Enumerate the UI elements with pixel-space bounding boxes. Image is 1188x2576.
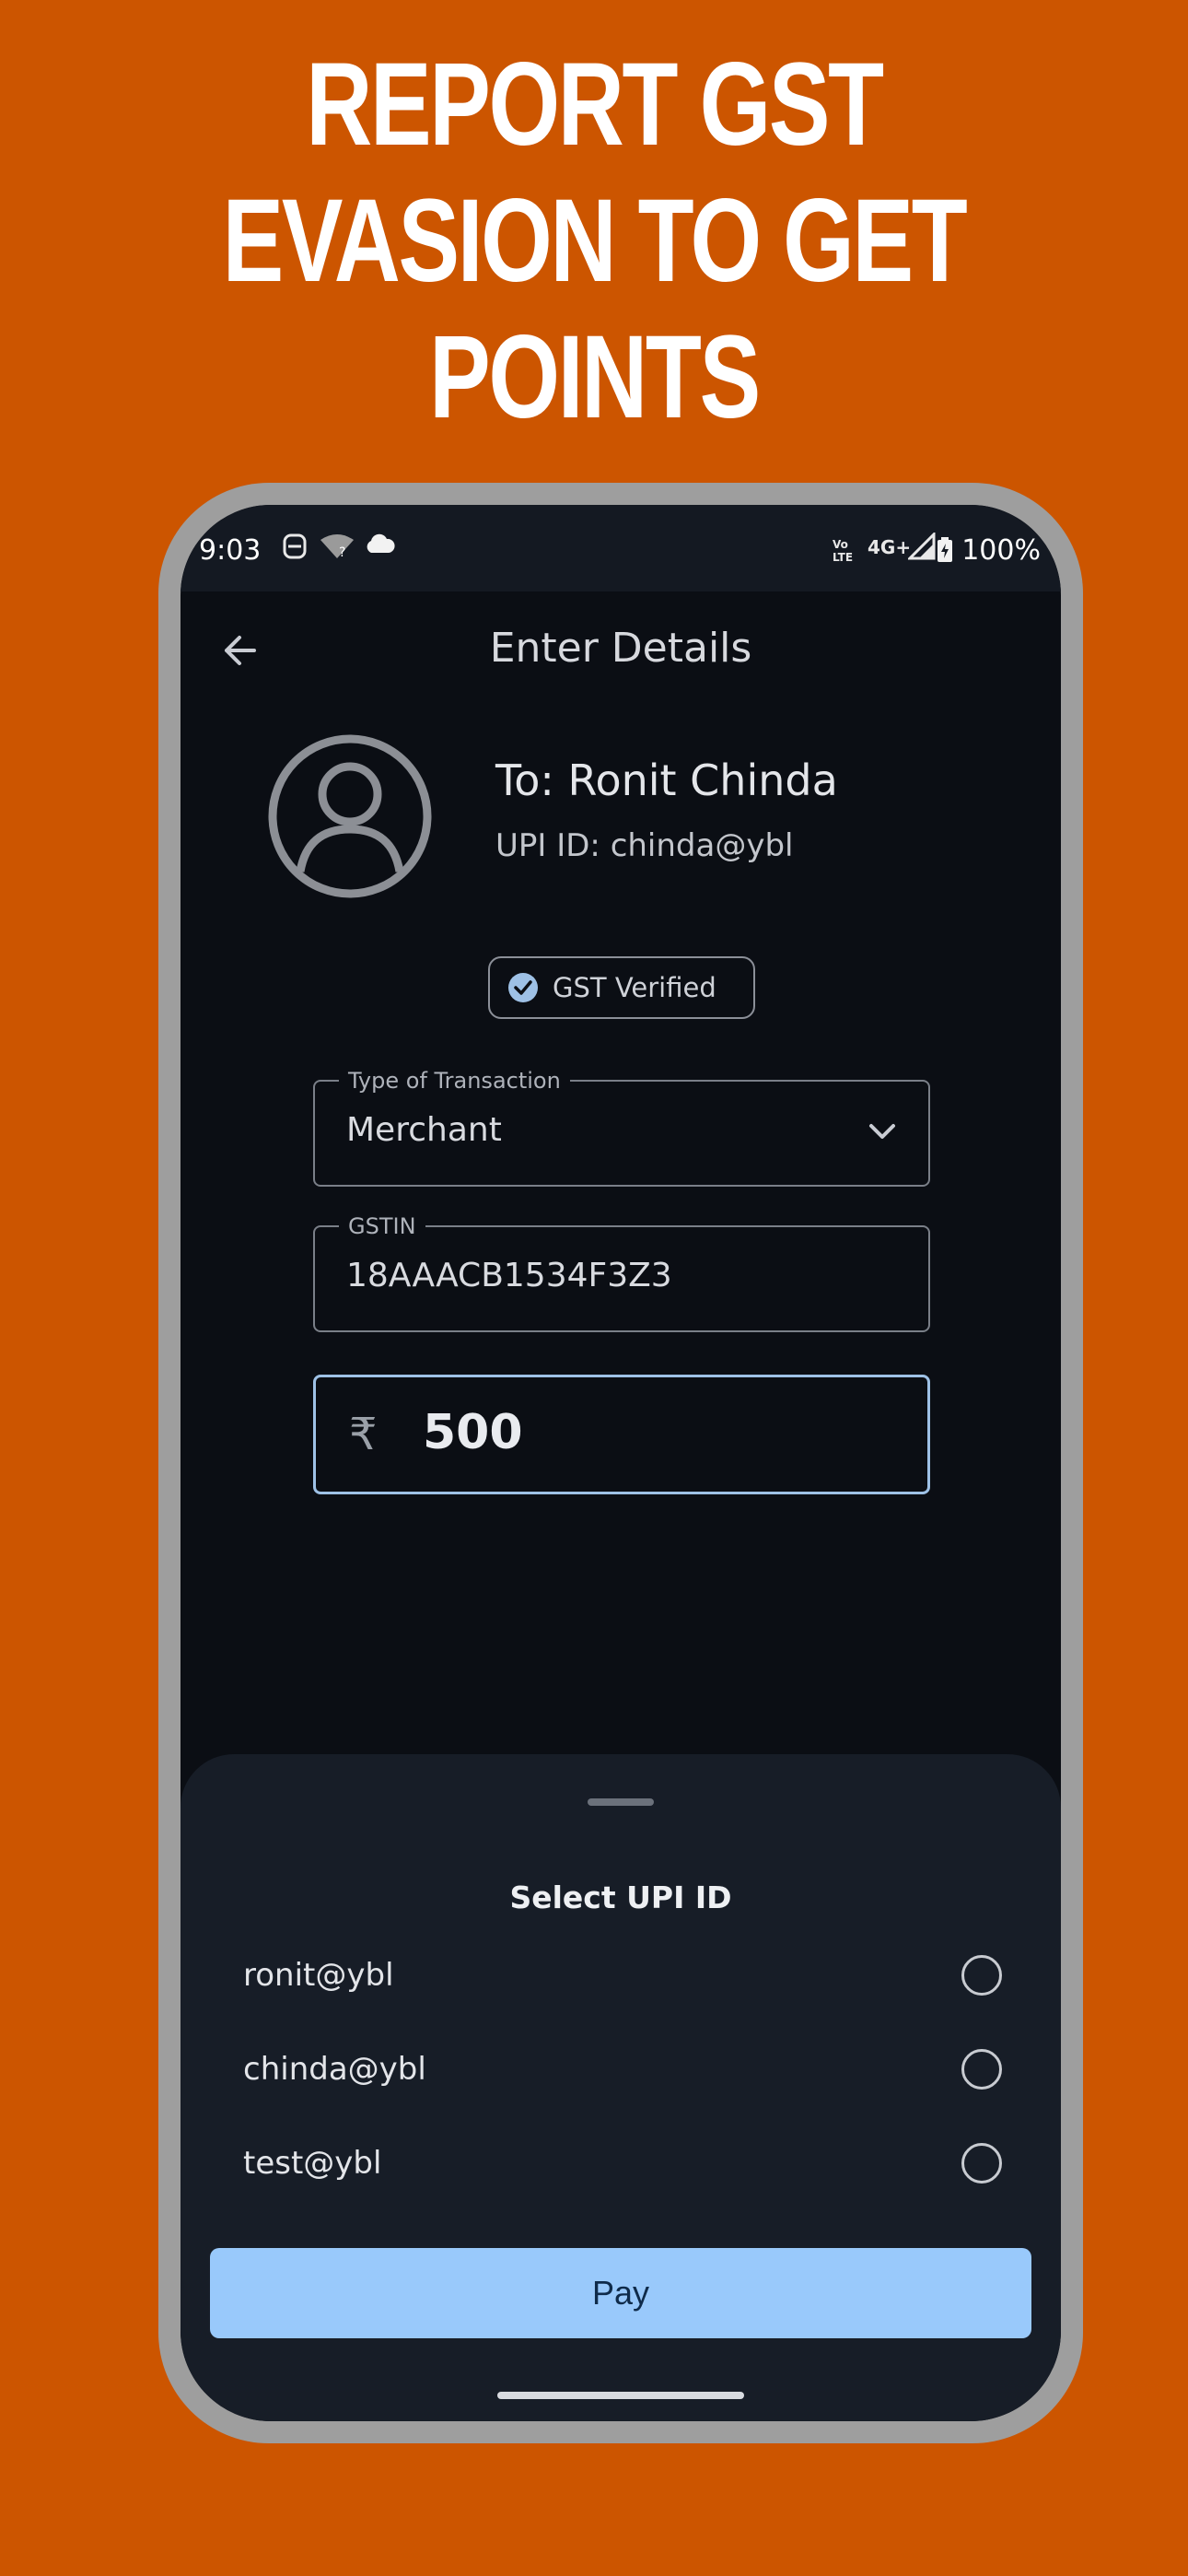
- sheet-title: Select UPI ID: [509, 1879, 732, 1915]
- amount-value: 500: [423, 1405, 523, 1460]
- recipient-name: To: Ronit Chinda: [495, 755, 838, 805]
- gstin-label: GSTIN: [339, 1213, 425, 1239]
- svg-text:LTE: LTE: [833, 551, 853, 564]
- transaction-type-label: Type of Transaction: [339, 1068, 570, 1094]
- upi-option-label: test@ybl: [243, 2145, 382, 2182]
- radio-button[interactable]: [961, 2049, 1002, 2090]
- radio-button[interactable]: [961, 1955, 1002, 1996]
- drag-handle[interactable]: [588, 1798, 654, 1806]
- wifi-icon: ?: [319, 533, 355, 567]
- status-time: 9:03: [199, 534, 262, 567]
- upi-option-label: ronit@ybl: [243, 1957, 394, 1994]
- amount-input[interactable]: ₹ 500: [313, 1375, 930, 1494]
- transaction-type-value: Merchant: [346, 1111, 502, 1149]
- battery-level: 100%: [937, 534, 1041, 567]
- rupee-icon: ₹: [349, 1409, 378, 1460]
- select-upi-sheet: Select UPI ID ronit@ybl chinda@ybl test@…: [181, 1754, 1061, 2421]
- battery-percent: 100%: [961, 534, 1041, 567]
- home-indicator[interactable]: [497, 2392, 744, 2399]
- upi-option[interactable]: ronit@ybl: [181, 1937, 1061, 2014]
- gstin-value: 18AAACB1534F3Z3: [346, 1257, 672, 1294]
- gst-verified-label: GST Verified: [553, 972, 716, 1003]
- headline-line: POINTS: [429, 311, 761, 443]
- network-type: 4G+: [868, 536, 912, 558]
- svg-text:?: ?: [339, 545, 345, 560]
- headline-line: REPORT GST: [306, 39, 884, 170]
- upi-option[interactable]: chinda@ybl: [181, 2031, 1061, 2108]
- signal-icon: [906, 531, 936, 567]
- status-bar: 9:03 ? Vo LTE 4G+ 100%: [181, 505, 1061, 591]
- check-circle-icon: [508, 973, 538, 1002]
- pay-label: Pay: [591, 2274, 650, 2312]
- chevron-down-icon: [869, 1124, 895, 1139]
- upi-option[interactable]: test@ybl: [181, 2125, 1061, 2202]
- volte-icon: Vo LTE: [833, 536, 860, 568]
- radio-button[interactable]: [961, 2143, 1002, 2184]
- cloud-icon: [363, 533, 396, 563]
- recipient-upi-id: UPI ID: chinda@ybl: [495, 827, 794, 864]
- upi-option-label: chinda@ybl: [243, 2051, 426, 2088]
- phone-screen: 9:03 ? Vo LTE 4G+ 100% Enter Details To:…: [181, 505, 1061, 2421]
- page-title: Enter Details: [489, 625, 752, 672]
- transaction-type-select[interactable]: Type of Transaction Merchant: [313, 1068, 930, 1187]
- headline-line: EVASION TO GET: [222, 175, 968, 307]
- notification-icon: [282, 533, 308, 567]
- gstin-field[interactable]: GSTIN 18AAACB1534F3Z3: [313, 1213, 930, 1332]
- avatar-icon: [267, 733, 433, 899]
- pay-button[interactable]: Pay: [210, 2248, 1031, 2338]
- gst-verified-badge: GST Verified: [488, 956, 755, 1019]
- promo-headline: REPORT GST EVASION TO GET POINTS: [131, 37, 1057, 446]
- svg-text:Vo: Vo: [833, 538, 848, 551]
